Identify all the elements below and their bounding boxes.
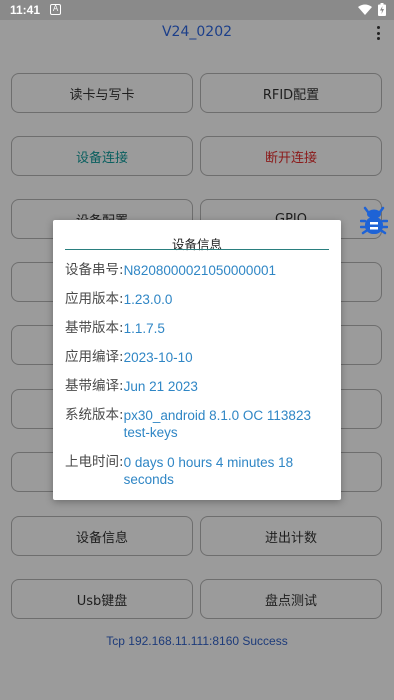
- dialog-divider: [65, 249, 329, 250]
- info-row-app-version: 应用版本: 1.23.0.0: [65, 291, 335, 308]
- info-row-baseband-build: 基带编译: Jun 21 2023: [65, 378, 335, 395]
- rfid-config-button[interactable]: RFID配置: [200, 73, 382, 113]
- info-label: 系统版本:: [65, 407, 124, 423]
- device-info-dialog: 设备信息 设备串号: N8208000021050000001 应用版本: 1.…: [53, 220, 341, 500]
- device-connect-button[interactable]: 设备连接: [11, 136, 193, 176]
- info-value: px30_android 8.1.0 OC 113823 test-keys: [123, 408, 311, 440]
- info-label: 应用版本:: [65, 291, 124, 307]
- info-value: 1.1.7.5: [123, 321, 165, 336]
- read-write-card-button[interactable]: 读卡与写卡: [11, 73, 193, 113]
- dialog-title: 设备信息: [171, 237, 222, 252]
- info-value: 0 days 0 hours 4 minutes 18 seconds: [123, 455, 294, 487]
- status-bar: 11:41 A: [0, 0, 394, 20]
- app-title: V24_0202: [161, 24, 233, 40]
- info-value: N8208000021050000001: [123, 263, 276, 278]
- info-label: 基带编译:: [65, 378, 124, 394]
- info-value: 1.23.0.0: [123, 292, 173, 307]
- notification-icon: A: [50, 4, 61, 15]
- info-label: 上电时间:: [65, 454, 124, 470]
- disconnect-button[interactable]: 断开连接: [200, 136, 382, 176]
- wifi-icon: [358, 4, 372, 15]
- info-row-serial: 设备串号: N8208000021050000001: [65, 262, 335, 279]
- inventory-test-button[interactable]: 盘点测试: [200, 579, 382, 619]
- info-label: 基带版本:: [65, 320, 124, 336]
- in-out-count-button[interactable]: 进出计数: [200, 516, 382, 556]
- info-label: 应用编译:: [65, 349, 124, 365]
- info-row-app-build: 应用编译: 2023-10-10: [65, 349, 335, 366]
- usb-keyboard-button[interactable]: Usb键盘: [11, 579, 193, 619]
- status-time: 11:41: [10, 3, 41, 17]
- info-row-baseband-version: 基带版本: 1.1.7.5: [65, 320, 335, 337]
- tcp-status: Tcp 192.168.11.111:8160 Success: [106, 634, 288, 648]
- info-row-system-version: 系统版本: px30_android 8.1.0 OC 113823 test-…: [65, 407, 335, 441]
- info-value: 2023-10-10: [123, 350, 193, 365]
- device-info-button[interactable]: 设备信息: [11, 516, 193, 556]
- overflow-menu-icon[interactable]: [372, 24, 384, 42]
- battery-icon: [378, 3, 386, 16]
- status-icons: [358, 3, 386, 16]
- info-label: 设备串号:: [65, 262, 124, 278]
- info-row-uptime: 上电时间: 0 days 0 hours 4 minutes 18 second…: [65, 454, 335, 488]
- bug-icon[interactable]: [360, 206, 388, 238]
- info-value: Jun 21 2023: [123, 379, 198, 394]
